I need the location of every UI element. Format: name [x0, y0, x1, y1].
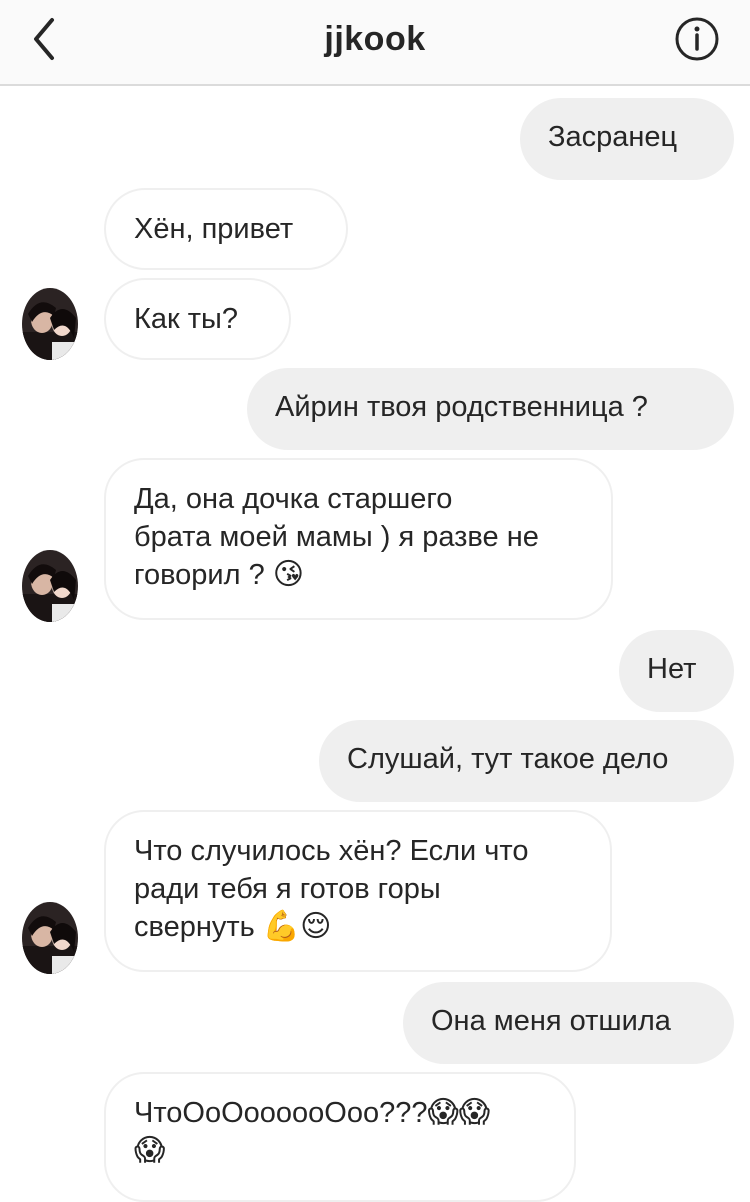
- message-text-line: ЧтоОоОоооооОоо???: [134, 1097, 428, 1129]
- message-outgoing[interactable]: Она меня отшила: [403, 982, 734, 1064]
- avatar-photo: [22, 902, 78, 974]
- scream-emoji: 😱😱: [427, 1095, 491, 1130]
- message-text: Как ты?: [134, 303, 239, 335]
- message-text-line: брата моей мамы ) я разве не: [134, 521, 539, 553]
- message-text: Нет: [647, 653, 697, 685]
- contact-avatar[interactable]: [22, 902, 78, 974]
- message-text-line: Да, она дочка старшего: [134, 483, 453, 515]
- message-text-line: говорил ?: [134, 559, 265, 591]
- message-outgoing[interactable]: Айрин твоя родственница ?: [247, 368, 734, 450]
- kiss-emoji: 😘: [272, 557, 305, 592]
- message-text-line: свернуть: [134, 911, 255, 943]
- message-text-line: ради тебя я готов горы: [134, 873, 441, 905]
- message-incoming[interactable]: Хён, привет: [104, 188, 348, 270]
- message-text: Слушай, тут такое дело: [347, 743, 669, 775]
- chat-title: jjkook: [324, 20, 426, 58]
- message-incoming[interactable]: Как ты?: [104, 278, 291, 360]
- message-incoming[interactable]: Да, она дочка старшего брата моей мамы )…: [104, 458, 613, 620]
- message-outgoing[interactable]: Нет: [619, 630, 734, 712]
- avatar-photo: [22, 288, 78, 360]
- message-text: Хён, привет: [134, 213, 294, 245]
- message-outgoing[interactable]: Слушай, тут такое дело: [319, 720, 734, 802]
- avatar-photo: [22, 550, 78, 622]
- message-thread[interactable]: Засранец Хён, привет Как ты? Айрин твоя …: [0, 86, 750, 1202]
- message-text-line: Что случилось хён? Если что: [134, 835, 529, 867]
- message-incoming[interactable]: ЧтоОоОоооооОоо???😱😱 😱: [104, 1072, 576, 1202]
- contact-avatar[interactable]: [22, 288, 78, 360]
- message-outgoing[interactable]: Засранец: [520, 98, 734, 180]
- muscle-relieved-emoji: 💪😌: [262, 909, 332, 944]
- info-button[interactable]: [672, 14, 722, 64]
- message-text: Засранец: [548, 121, 678, 153]
- chat-header: jjkook: [0, 0, 750, 86]
- message-incoming[interactable]: Что случилось хён? Если что ради тебя я …: [104, 810, 612, 972]
- contact-avatar[interactable]: [22, 550, 78, 622]
- scream-emoji: 😱: [134, 1133, 166, 1168]
- message-text: Айрин твоя родственница ?: [275, 391, 648, 423]
- message-text: Она меня отшила: [431, 1005, 671, 1037]
- info-circle-icon: [675, 17, 719, 61]
